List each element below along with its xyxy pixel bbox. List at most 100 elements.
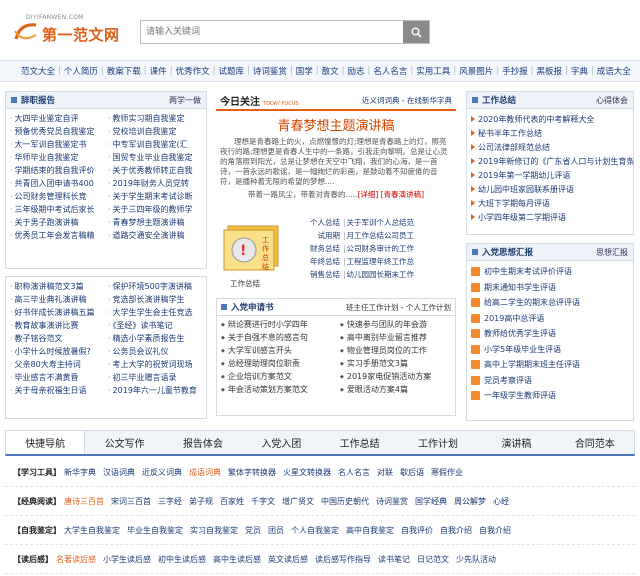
quick-link[interactable]: 高中自我鉴定 xyxy=(346,525,394,536)
nav-item[interactable]: 手抄报 xyxy=(502,65,528,77)
summary-category[interactable]: 销售总结 xyxy=(300,269,340,280)
nav-item[interactable]: 实用工具 xyxy=(416,65,450,77)
tab-0[interactable]: 快捷导航 xyxy=(6,431,86,454)
quick-link[interactable]: 团员 xyxy=(268,525,284,536)
speech-link[interactable]: [青春演讲稿] xyxy=(381,190,424,199)
quick-link[interactable]: 增广贤文 xyxy=(282,496,314,507)
quick-link[interactable]: 歇后语 xyxy=(400,467,424,478)
list-item[interactable]: 2020年教师代表的中考解释大全 xyxy=(471,114,594,125)
quick-link[interactable]: 日记范文 xyxy=(417,554,449,565)
list-item[interactable]: 三年级期中考试后家长 xyxy=(10,204,108,215)
list-item[interactable]: 大一军训自我鉴定书 xyxy=(10,139,108,150)
list-item[interactable]: 关于三四年级的教师学 xyxy=(108,204,206,215)
nav-item[interactable]: 字典 xyxy=(571,65,588,77)
quick-link[interactable]: 国学经典 xyxy=(415,496,447,507)
quick-link[interactable]: 个人自我鉴定 xyxy=(291,525,339,536)
list-item[interactable]: 中专军训自我鉴定(汇 xyxy=(108,139,206,150)
list-item[interactable]: 高中上学期期末班主任评语 xyxy=(484,359,580,370)
list-item[interactable]: 青春梦想主题演讲稿 xyxy=(108,217,206,228)
list-item[interactable]: 竞选部长演讲稿学生 xyxy=(108,294,206,305)
list-item[interactable]: 高中离别毕业留言推荐 xyxy=(336,332,455,345)
list-item[interactable]: 职称演讲稿范文3篇 xyxy=(10,281,108,292)
quick-link[interactable]: 周公解梦 xyxy=(454,496,486,507)
list-item[interactable]: 公司财务管理科长竞 xyxy=(10,191,108,202)
search-button[interactable] xyxy=(403,21,429,43)
list-item[interactable]: 年会活动策划方案范文 xyxy=(217,384,336,397)
list-item[interactable]: 大四毕业鉴定自评 xyxy=(10,113,108,124)
quick-link[interactable]: 对联 xyxy=(377,467,393,478)
list-item[interactable]: 2019家电促销活动方案 xyxy=(336,371,455,384)
list-item[interactable]: 2019年财务人员党转 xyxy=(108,178,206,189)
focus-headline[interactable]: 青春梦想主题演讲稿 xyxy=(216,115,456,134)
list-item[interactable]: 公务员会议礼仪 xyxy=(108,346,206,357)
list-item[interactable]: 秘书半年工作总结 xyxy=(471,128,542,139)
list-item[interactable]: 关于自强不息的感言句 xyxy=(217,332,336,345)
quick-link[interactable]: 英文读后感 xyxy=(268,554,308,565)
nav-item[interactable]: 散文 xyxy=(322,65,339,77)
list-item[interactable]: 给高二学生的期末总评评语 xyxy=(484,297,580,308)
summary-link[interactable]: 幼儿园园长期末工作 xyxy=(347,269,415,280)
list-item[interactable]: 实习手册范文3篇 xyxy=(336,358,455,371)
panel-more-link[interactable]: 思想汇报 xyxy=(596,247,628,258)
quick-link[interactable]: 大学生自我鉴定 xyxy=(64,525,120,536)
list-item[interactable]: 关于母亲祝福生日语 xyxy=(10,385,108,396)
tab-5[interactable]: 工作计划 xyxy=(398,431,478,454)
quick-link[interactable]: 弟子规 xyxy=(189,496,213,507)
list-item[interactable]: 关于学生期末考试诊断 xyxy=(108,191,206,202)
list-item[interactable]: 小学四年级第二学期评语 xyxy=(471,212,566,223)
quick-link[interactable]: 少先队活动 xyxy=(456,554,496,565)
list-item[interactable]: 父亲80大寿主持词 xyxy=(10,359,108,370)
quick-link[interactable]: 新华字典 xyxy=(64,467,96,478)
site-logo[interactable]: DIYIFANWEN.COM 第一范文网 xyxy=(10,14,128,50)
tab-3[interactable]: 入党入团 xyxy=(242,431,321,454)
list-item[interactable]: 期末通知书学生评语 xyxy=(484,282,556,293)
quick-link[interactable]: 自我介绍 xyxy=(479,525,511,536)
quick-link[interactable]: 心经 xyxy=(493,496,509,507)
quick-link[interactable]: 百家姓 xyxy=(220,496,244,507)
quick-link[interactable]: 寒假作业 xyxy=(431,467,463,478)
list-item[interactable]: 共青团入团申请书400 xyxy=(10,178,108,189)
list-item[interactable]: 高三毕业典礼演讲稿 xyxy=(10,294,108,305)
quick-link[interactable]: 汉语词典 xyxy=(103,467,135,478)
list-item[interactable]: 道路交通安全演讲稿 xyxy=(108,230,206,241)
quick-link[interactable]: 近反义词典 xyxy=(142,467,182,478)
list-item[interactable]: 教子铭谷范文 xyxy=(10,333,108,344)
list-item[interactable]: 关于优秀教师转正自我 xyxy=(108,165,206,176)
quick-link[interactable]: 自我介绍 xyxy=(440,525,472,536)
quick-link[interactable]: 党员 xyxy=(245,525,261,536)
list-item[interactable]: 教师给优秀学生评语 xyxy=(484,328,556,339)
quick-link[interactable]: 名人名言 xyxy=(338,467,370,478)
quick-link[interactable]: 唐诗三百首 xyxy=(64,496,104,507)
nav-item[interactable]: 优秀作文 xyxy=(176,65,210,77)
list-item[interactable]: 毕业感言不满黄昏 xyxy=(10,372,108,383)
list-item[interactable]: 爱眼活动方案4篇 xyxy=(336,384,455,397)
nav-item[interactable]: 个人简历 xyxy=(64,65,98,77)
summary-link[interactable]: 关于军训个人总结范 xyxy=(347,217,415,228)
nav-item[interactable]: 诗词鉴赏 xyxy=(253,65,287,77)
list-item[interactable]: 考上大学的祝贺词现场 xyxy=(108,359,206,370)
quick-link[interactable]: 千字文 xyxy=(251,496,275,507)
nav-item[interactable]: 黑板报 xyxy=(536,65,562,77)
tab-2[interactable]: 报告体会 xyxy=(163,431,243,454)
panel-more-link[interactable]: 两学一做 xyxy=(169,95,201,106)
list-item[interactable]: 党校培训自我鉴定 xyxy=(108,126,206,137)
summary-category[interactable]: 年终总结 xyxy=(300,256,340,267)
quick-link[interactable]: 读书笔记 xyxy=(378,554,410,565)
quick-link[interactable]: 三字经 xyxy=(158,496,182,507)
quick-link[interactable]: 繁体字转换器 xyxy=(228,467,276,478)
nav-item[interactable]: 教案下载 xyxy=(107,65,141,77)
quick-link[interactable]: 读后感写作指导 xyxy=(315,554,371,565)
quick-link[interactable]: 诗词鉴赏 xyxy=(376,496,408,507)
list-item[interactable]: 2019高中总评语 xyxy=(484,313,544,324)
summary-category[interactable]: 财务总结 xyxy=(300,243,340,254)
summary-link[interactable]: 工程监理年终工作总 xyxy=(347,256,415,267)
tab-6[interactable]: 演讲稿 xyxy=(477,431,556,454)
list-item[interactable]: 幼儿园中班家园联系册评语 xyxy=(471,184,574,195)
list-item[interactable]: 教师实习期自我鉴定 xyxy=(108,113,206,124)
search-input[interactable] xyxy=(141,21,399,43)
list-item[interactable]: 快速参与团队的年会游 xyxy=(336,319,455,332)
quick-link[interactable]: 自我评价 xyxy=(401,525,433,536)
list-item[interactable]: 一年级学生教师评语 xyxy=(484,390,556,401)
list-item[interactable]: 公司法律部规范总结 xyxy=(471,142,550,153)
summary-link[interactable]: 公司财务审计的工作 xyxy=(347,243,415,254)
